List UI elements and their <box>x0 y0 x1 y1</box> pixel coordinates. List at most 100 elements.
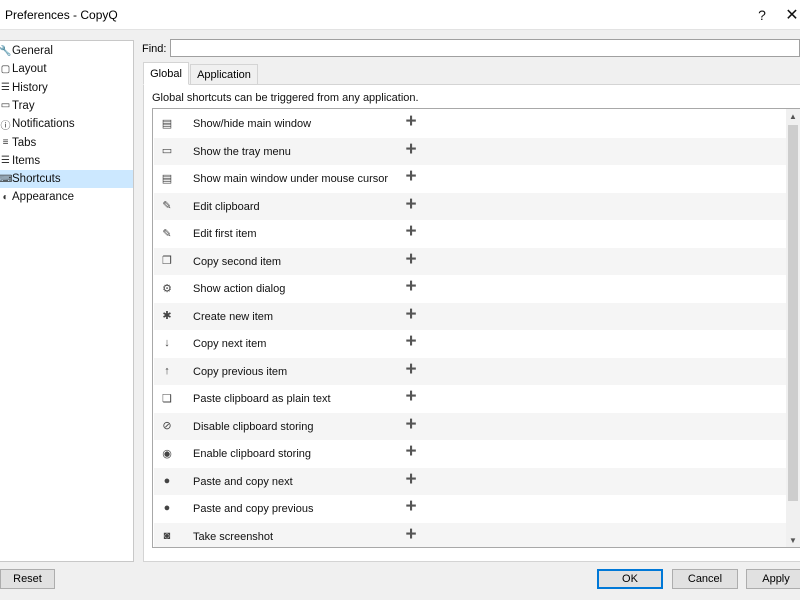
sidebar-item-appearance[interactable]: ◐ Appearance <box>0 188 133 206</box>
shortcut-label: Copy next item <box>193 338 267 350</box>
scroll-up-arrow[interactable]: ▲ <box>786 109 800 123</box>
shortcut-row: ▤ Show main window under mouse cursor + <box>154 165 788 192</box>
eye-icon: ◉ <box>162 447 172 460</box>
list-icon: ☰ <box>1 82 10 94</box>
cancel-button[interactable]: Cancel <box>672 569 738 589</box>
circle-arrow-up-icon: ● <box>163 502 171 514</box>
shortcut-row: ❏ Paste clipboard as plain text + <box>154 385 788 412</box>
global-shortcuts-hint: Global shortcuts can be triggered from a… <box>152 92 419 104</box>
shortcut-label: Show the tray menu <box>193 145 291 158</box>
shortcut-label: Paste clipboard as plain text <box>193 393 331 405</box>
add-shortcut-button[interactable]: + <box>401 496 421 517</box>
shortcut-row: ● Paste and copy next + <box>154 467 788 495</box>
sidebar-item-tabs[interactable]: ≡ Tabs <box>0 134 133 152</box>
find-label: Find: <box>142 43 167 55</box>
inbox-icon: ▭ <box>0 100 11 112</box>
shortcut-label: Edit first item <box>193 228 257 240</box>
tab-global[interactable]: Global <box>143 62 189 85</box>
close-button[interactable]: ✕ <box>770 0 800 30</box>
keyboard-icon: ⌨ <box>0 173 13 185</box>
tabs-icon: ≡ <box>2 137 9 148</box>
add-shortcut-button[interactable]: + <box>401 386 421 407</box>
asterisk-icon: ✱ <box>162 310 172 322</box>
add-shortcut-button[interactable]: + <box>401 166 421 187</box>
find-input[interactable] <box>170 39 800 57</box>
camera-icon: ◙ <box>163 529 171 542</box>
copy-icon: ❐ <box>162 255 172 267</box>
sidebar-item-notifications[interactable]: ⓘ Notifications <box>0 115 133 133</box>
shortcut-label: Copy second item <box>193 255 282 268</box>
add-shortcut-button[interactable]: + <box>401 276 421 297</box>
shortcut-row: ✎ Edit first item + <box>154 220 788 247</box>
sidebar-item-label: Shortcuts <box>12 173 61 186</box>
paste-icon: ❏ <box>162 392 172 405</box>
shortcut-row: ▤ Show/hide main window + <box>154 110 788 137</box>
shortcut-label: Take screenshot <box>193 530 274 543</box>
shortcut-label: Edit clipboard <box>193 200 260 213</box>
scroll-thumb[interactable] <box>788 125 798 501</box>
shortcut-label: Disable clipboard storing <box>193 420 314 433</box>
add-shortcut-button[interactable]: + <box>401 414 421 435</box>
palette-icon: ◐ <box>2 191 9 203</box>
shortcut-label: Show main window under mouse cursor <box>193 173 389 185</box>
sidebar-item-layout[interactable]: ▢ Layout <box>0 60 133 78</box>
layout-icon: ▢ <box>0 63 11 75</box>
sidebar-item-label: General <box>12 45 53 57</box>
apply-button[interactable]: Apply <box>746 569 800 589</box>
add-shortcut-button[interactable]: + <box>401 524 421 545</box>
window-icon: ▤ <box>161 172 173 185</box>
shortcut-label: Show/hide main window <box>193 118 312 130</box>
sidebar-item-label: Tabs <box>12 136 37 149</box>
sidebar-item-history[interactable]: ☰ History <box>0 79 133 97</box>
add-shortcut-button[interactable]: + <box>401 441 421 462</box>
sidebar-item-tray[interactable]: ▭ Tray <box>0 97 133 115</box>
add-shortcut-button[interactable]: + <box>401 139 421 160</box>
shortcut-row: ↑ Copy previous item + <box>154 357 788 385</box>
sidebar-item-label: Tray <box>12 99 35 112</box>
add-shortcut-button[interactable]: + <box>401 331 421 352</box>
sidebar-item-label: History <box>12 81 48 94</box>
vertical-scrollbar[interactable]: ▲ ▼ <box>786 109 800 547</box>
shortcut-label: Paste and copy previous <box>193 503 314 515</box>
shortcut-list: ▤ Show/hide main window + ▭ Show the tray me… <box>152 108 800 548</box>
ok-button[interactable]: OK <box>597 569 663 589</box>
shortcut-label: Paste and copy next <box>193 475 293 488</box>
wrench-icon: 🔧 <box>0 45 12 57</box>
sidebar-item-label: Items <box>12 154 41 167</box>
help-icon: ? <box>758 7 766 23</box>
items-icon: ☰ <box>1 155 10 167</box>
add-shortcut-button[interactable]: + <box>401 111 421 132</box>
sidebar-item-label: Layout <box>12 63 47 76</box>
window-icon: ▤ <box>161 117 173 130</box>
sidebar-item-label: Appearance <box>12 191 75 204</box>
add-shortcut-button[interactable]: + <box>401 249 421 270</box>
window-title: Preferences - CopyQ <box>5 8 118 22</box>
shortcut-label: Copy previous item <box>193 365 288 378</box>
shortcut-row: ⊘ Disable clipboard storing + <box>154 412 788 440</box>
add-shortcut-button[interactable]: + <box>401 359 421 380</box>
circle-arrow-down-icon: ● <box>163 474 171 487</box>
info-icon: ⓘ <box>0 120 11 132</box>
add-shortcut-button[interactable]: + <box>401 469 421 490</box>
arrow-down-icon: ↓ <box>164 337 170 349</box>
reset-button[interactable]: Reset <box>0 569 55 589</box>
shortcut-row: ▭ Show the tray menu + <box>154 137 788 165</box>
preferences-sidebar: 🔧 General ▢ Layout ☰ History ▭ Tray ⓘ Notificatio… <box>0 40 134 562</box>
sidebar-item-items[interactable]: ☰ Items <box>0 152 133 170</box>
shortcut-row: ◉ Enable clipboard storing + <box>154 440 788 467</box>
add-shortcut-button[interactable]: + <box>401 221 421 242</box>
arrow-up-icon: ↑ <box>164 364 170 377</box>
shortcut-row: ● Paste and copy previous + <box>154 495 788 522</box>
add-shortcut-button[interactable]: + <box>401 194 421 215</box>
sidebar-item-general[interactable]: 🔧 General <box>0 42 133 60</box>
edit-icon: ✎ <box>162 227 172 240</box>
tab-application[interactable]: Application <box>190 64 258 85</box>
scroll-down-arrow[interactable]: ▼ <box>786 533 800 547</box>
eye-slash-icon: ⊘ <box>162 420 172 432</box>
title-bar: Preferences - CopyQ ? ✕ <box>0 0 800 30</box>
shortcut-label: Create new item <box>193 310 274 323</box>
sidebar-item-shortcuts[interactable]: ⌨ Shortcuts <box>0 170 133 189</box>
shortcut-row: ❐ Copy second item + <box>154 247 788 275</box>
add-shortcut-button[interactable]: + <box>401 304 421 325</box>
gear-icon: ⚙ <box>162 282 172 295</box>
